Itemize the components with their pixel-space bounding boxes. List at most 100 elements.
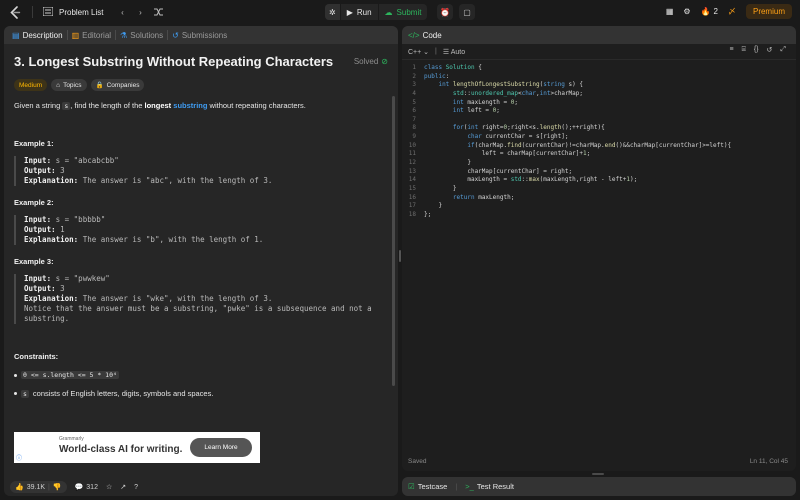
code-line[interactable]: 2 public: — [402, 73, 796, 82]
code-line[interactable]: 5 int maxLength = 0; — [402, 99, 796, 108]
line-number: 13 — [408, 167, 416, 175]
code-line[interactable]: 10 if(charMap.find(currentChar)!=charMap… — [402, 142, 796, 151]
alarm-icon: ⏰ — [440, 7, 450, 17]
code-text: int left = 0; — [452, 107, 500, 115]
code-text: } — [424, 202, 443, 210]
code-icon: </> — [408, 30, 420, 40]
panel-drag-handle[interactable] — [592, 473, 604, 475]
thumbs-down-icon[interactable]: 👎 — [53, 483, 62, 491]
tab-description[interactable]: ▤ Description — [8, 31, 67, 40]
tab-solutions[interactable]: ⚗ Solutions — [116, 31, 167, 40]
leetcode-logo-icon[interactable] — [8, 5, 22, 19]
avatar[interactable]: 〆 — [728, 6, 736, 17]
problem-list-button[interactable]: Problem List — [42, 6, 104, 18]
topics-tag[interactable]: ⌂ Topics — [51, 79, 87, 91]
code-line[interactable]: 16 return maxLength; — [402, 194, 796, 203]
shuffle-icon[interactable] — [151, 5, 165, 19]
code-editor[interactable]: 1 class Solution {2 public: 3 int lengthOfL… — [402, 64, 796, 220]
reset-icon[interactable]: ↺ — [767, 46, 773, 54]
code-line[interactable]: 7 — [402, 116, 796, 125]
code-line[interactable]: 9 char currentChar = s[right]; — [402, 133, 796, 142]
companies-tag[interactable]: 🔒 Companies — [90, 79, 145, 91]
tab-testcase[interactable]: ☑ Testcase — [408, 482, 447, 491]
chevron-right-icon[interactable]: › — [133, 5, 147, 19]
line-number: 10 — [408, 141, 416, 149]
bookmark-icon[interactable]: ⌸ — [742, 46, 746, 54]
code-text: maxLength = std::max(maxLength,right - l… — [424, 176, 638, 184]
line-number: 2 — [412, 72, 416, 80]
panel-resize-handle[interactable] — [399, 250, 401, 262]
notes-button[interactable]: ▢ — [459, 4, 475, 20]
thumbs-up-icon: 👍 — [15, 484, 24, 491]
line-number: 7 — [412, 115, 416, 123]
code-line[interactable]: 13 charMap[currentChar] = right; — [402, 168, 796, 177]
chevron-left-icon[interactable]: ‹ — [115, 5, 129, 19]
code-line[interactable]: 4 std::unordered_map<char,int>charMap; — [402, 90, 796, 99]
problem-description: Given a string s, find the length of the… — [14, 101, 306, 110]
ad-learn-more-button[interactable]: Learn More — [190, 438, 252, 457]
debug-button[interactable]: ✲ — [325, 4, 340, 20]
line-number: 12 — [408, 159, 416, 167]
tag-icon: ⌂ — [56, 81, 61, 89]
code-line[interactable]: 8 for(int right=0;right<s.length();++rig… — [402, 124, 796, 133]
braces-icon[interactable]: {} — [754, 46, 759, 54]
premium-button[interactable]: Premium — [745, 4, 792, 19]
problem-content: 3. Longest Substring Without Repeating C… — [14, 54, 388, 398]
auto-mode-toggle[interactable]: ☰ Auto — [443, 48, 465, 56]
code-header: </> Code — [402, 26, 796, 44]
fire-icon: 🔥 — [700, 7, 711, 16]
code-line[interactable]: 11 left = charMap[currentChar]+1; — [402, 150, 796, 159]
code-text: }; — [424, 210, 432, 218]
fullscreen-icon[interactable]: ⤢ — [780, 46, 786, 54]
code-line[interactable]: 17 } — [402, 202, 796, 211]
timer-button[interactable]: ⏰ — [437, 4, 453, 20]
user-toolbar: ▦ ⚙ 🔥 2 〆 Premium — [666, 4, 792, 19]
code-line[interactable]: 1 class Solution { — [402, 64, 796, 73]
code-line[interactable]: 14 maxLength = std::max(maxLength,right … — [402, 176, 796, 185]
description-tabs: ▤ Description ▥ Editorial ⚗ Solutions ↺ … — [4, 26, 398, 44]
terminal-icon: >_ — [465, 482, 474, 491]
save-status: Saved — [408, 458, 427, 465]
language-select[interactable]: C++ ⌄ — [408, 48, 429, 56]
code-text: int lengthOfLongestSubstring(string s) { — [438, 81, 583, 89]
star-icon[interactable]: ☆ — [106, 483, 112, 491]
streak-counter[interactable]: 🔥 2 — [701, 7, 718, 16]
constraint-item: 0 <= s.length <= 5 * 10⁴ — [14, 371, 388, 379]
tab-test-result[interactable]: >_ Test Result — [465, 482, 514, 491]
constraints-title: Constraints: — [14, 352, 59, 361]
difficulty-badge[interactable]: Medium — [14, 79, 48, 91]
submit-button[interactable]: ☁ Submit — [379, 4, 428, 20]
bug-icon: ✲ — [329, 7, 336, 17]
substring-link[interactable]: substring — [173, 101, 207, 110]
settings-icon[interactable]: ⚙ — [683, 7, 690, 16]
ad-info-icon[interactable]: ⓘ — [16, 453, 22, 462]
run-button[interactable]: ▶ Run — [341, 4, 378, 20]
code-line[interactable]: 18}; — [402, 211, 796, 220]
layout-grid-icon[interactable]: ▦ — [666, 7, 674, 16]
play-icon: ▶ — [346, 7, 353, 17]
comment-icon: 💬 — [74, 484, 84, 491]
code-line[interactable]: 12 } — [402, 159, 796, 168]
tab-editorial[interactable]: ▥ Editorial — [68, 31, 115, 40]
line-number: 18 — [408, 210, 416, 218]
test-panel-bar: ☑ Testcase | >_ Test Result — [402, 477, 796, 496]
line-number: 11 — [408, 150, 416, 158]
lock-icon: | — [435, 48, 437, 55]
tab-submissions[interactable]: ↺ Submissions — [168, 31, 231, 40]
code-line[interactable]: 6 int left = 0; — [402, 107, 796, 116]
scrollbar[interactable] — [392, 96, 395, 386]
format-icon[interactable]: ≡ — [730, 46, 734, 54]
line-number: 17 — [408, 202, 416, 210]
comments-button[interactable]: 💬 312 — [74, 483, 98, 492]
advertisement[interactable]: Grammarly World-class AI for writing. Le… — [14, 432, 260, 463]
help-icon[interactable]: ? — [134, 484, 138, 491]
code-text: std::unordered_map<char,int>charMap; — [452, 89, 584, 97]
like-button[interactable]: 👍 39.1K | 👎 — [10, 481, 67, 493]
cloud-upload-icon: ☁ — [384, 7, 393, 17]
code-line[interactable]: 15 } — [402, 185, 796, 194]
problem-list-label: Problem List — [59, 7, 104, 17]
code-line[interactable]: 3 int lengthOfLongestSubstring(string s)… — [402, 81, 796, 90]
top-bar: Problem List ‹ › ✲ ▶ Run ☁ Submit ⏰ ▢ ▦ … — [0, 0, 800, 24]
share-icon[interactable]: ↗ — [120, 483, 126, 491]
editor-actions: ≡ ⌸ {} ↺ ⤢ — [730, 46, 786, 54]
